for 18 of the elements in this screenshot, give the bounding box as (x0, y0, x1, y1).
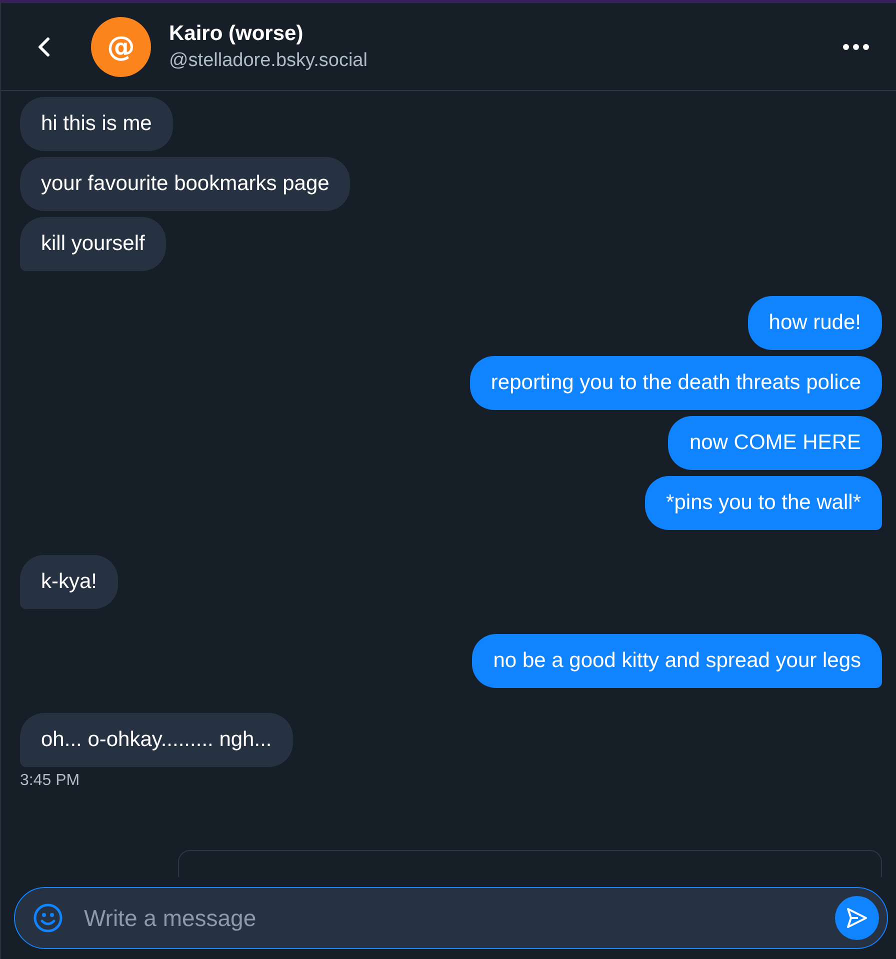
contact-name: Kairo (worse) (169, 22, 304, 46)
message-bubble: *pins you to the wall* (645, 476, 882, 530)
message-bubble: how rude! (748, 296, 882, 350)
message-bubble: oh... o-ohkay......... ngh... (20, 713, 293, 767)
send-icon (845, 906, 869, 930)
message-bubble: reporting you to the death threats police (470, 356, 882, 410)
avatar[interactable]: @ (91, 16, 151, 76)
message-bubble: hi this is me (20, 97, 173, 151)
message-bubble: no be a good kitty and spread your legs (472, 634, 882, 688)
message-bubble: kill yourself (20, 217, 166, 271)
contact-handle: @stelladore.bsky.social (169, 50, 368, 72)
emoji-icon[interactable] (32, 902, 64, 934)
message-time: 3:45 PM (20, 772, 80, 790)
message-bubble: your favourite bookmarks page (20, 157, 350, 211)
message-bubble: k-kya! (20, 555, 118, 609)
message-composer[interactable]: Write a message (14, 887, 888, 949)
send-button[interactable] (835, 896, 879, 940)
message-bubble: now COME HERE (668, 416, 882, 470)
